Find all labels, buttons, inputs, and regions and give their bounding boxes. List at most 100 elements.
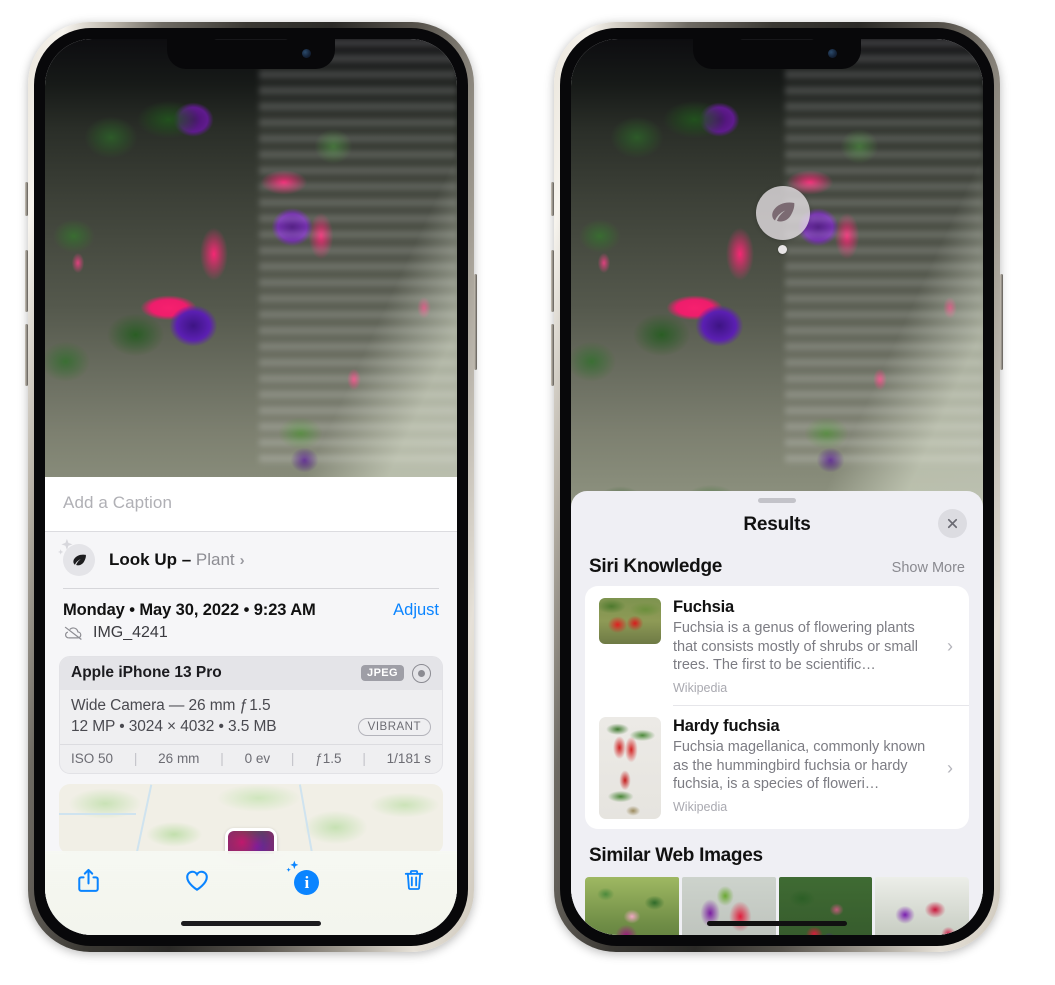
- knowledge-title: Fuchsia: [673, 598, 734, 616]
- similar-web-images-header: Similar Web Images: [571, 829, 983, 869]
- camera-info-header: Apple iPhone 13 Pro JPEG: [60, 656, 442, 690]
- info-badge-letter: i: [294, 870, 320, 895]
- exif-shutter-speed: 1/181 s: [386, 750, 431, 766]
- earpiece-speaker: [214, 39, 288, 40]
- results-sheet: Results Siri Knowledge Show More Fuchsia…: [571, 491, 983, 935]
- power-button[interactable]: [474, 274, 477, 370]
- exif-separator: |: [220, 750, 224, 766]
- look-up-subject: Plant: [195, 550, 235, 569]
- chevron-right-icon: ›: [947, 757, 953, 778]
- volume-up-button[interactable]: [551, 250, 554, 312]
- phone-left-bezel: Add a Caption Look Up – Plant › Monday •…: [34, 28, 468, 946]
- photo-date: Monday • May 30, 2022 • 9:23 AM: [63, 600, 316, 619]
- front-camera-icon: [828, 49, 837, 58]
- map-road: [59, 812, 136, 815]
- siri-knowledge-title: Siri Knowledge: [589, 556, 723, 577]
- notch: [167, 39, 335, 69]
- location-map[interactable]: [59, 783, 443, 854]
- look-up-text: Look Up –: [109, 550, 196, 569]
- format-badge: JPEG: [361, 665, 404, 681]
- exif-focal-length: 26 mm: [158, 750, 200, 766]
- show-more-button[interactable]: Show More: [892, 560, 965, 576]
- photo-background-siding: [259, 39, 457, 470]
- earpiece-speaker: [740, 39, 814, 40]
- similar-web-images-strip[interactable]: [585, 877, 969, 935]
- home-indicator[interactable]: [181, 921, 321, 926]
- knowledge-description: Fuchsia is a genus of flowering plants t…: [673, 620, 918, 674]
- phone-left: Add a Caption Look Up – Plant › Monday •…: [25, 22, 477, 952]
- chevron-right-icon: ›: [947, 635, 953, 656]
- close-button[interactable]: [938, 509, 967, 538]
- web-image-4[interactable]: [875, 877, 969, 935]
- knowledge-thumbnail: [599, 717, 661, 820]
- map-road: [298, 783, 313, 854]
- siri-knowledge-card: Fuchsia Fuchsia is a genus of flowering …: [585, 586, 969, 830]
- volume-down-button[interactable]: [25, 324, 28, 386]
- info-button[interactable]: i: [286, 860, 322, 897]
- exif-iso: ISO 50: [71, 750, 114, 766]
- knowledge-source: Wikipedia: [673, 799, 728, 814]
- knowledge-thumbnail: [599, 598, 661, 644]
- icloud-slash-icon: [64, 626, 82, 640]
- photo-background-siding: [785, 39, 983, 470]
- camera-specs: 12 MP • 3024 × 4032 • 3.5 MB: [71, 717, 277, 735]
- look-up-row[interactable]: Look Up – Plant ›: [45, 532, 457, 588]
- siri-knowledge-header: Siri Knowledge Show More: [571, 542, 983, 586]
- visual-look-up-anchor-dot: [778, 245, 787, 254]
- web-image-3[interactable]: [778, 877, 873, 935]
- similar-web-images-title: Similar Web Images: [589, 845, 763, 867]
- results-title: Results: [743, 514, 811, 535]
- exif-separator: |: [362, 750, 366, 766]
- close-icon: [947, 518, 958, 529]
- notch: [693, 39, 861, 69]
- exif-separator: |: [133, 750, 138, 766]
- leaf-icon: [772, 202, 795, 222]
- photographic-style-badge: VIBRANT: [357, 717, 431, 736]
- camera-device-name: Apple iPhone 13 Pro: [71, 664, 222, 681]
- phone-right-screen: Results Siri Knowledge Show More Fuchsia…: [571, 39, 983, 935]
- knowledge-item-fuchsia[interactable]: Fuchsia Fuchsia is a genus of flowering …: [585, 586, 969, 705]
- camera-info-card: Apple iPhone 13 Pro JPEG Wide Camera — 2…: [59, 655, 443, 774]
- exif-exposure-value: 0 ev: [244, 750, 271, 766]
- photo-metadata: Monday • May 30, 2022 • 9:23 AM Adjust I…: [45, 589, 457, 648]
- exif-separator: |: [290, 750, 295, 766]
- phone-right: Results Siri Knowledge Show More Fuchsia…: [551, 22, 1003, 952]
- trash-icon: [404, 870, 424, 890]
- volume-up-button[interactable]: [25, 250, 28, 312]
- screenshot-canvas: Add a Caption Look Up – Plant › Monday •…: [0, 0, 1055, 985]
- knowledge-title: Hardy fuchsia: [673, 717, 780, 736]
- chevron-right-icon: ›: [239, 552, 245, 569]
- adjust-date-button[interactable]: Adjust: [393, 601, 439, 620]
- mute-switch[interactable]: [25, 182, 28, 216]
- phone-right-bezel: Results Siri Knowledge Show More Fuchsia…: [560, 28, 994, 946]
- share-icon: [77, 868, 99, 892]
- volume-down-button[interactable]: [551, 324, 554, 386]
- mute-switch[interactable]: [551, 182, 554, 216]
- camera-lens-info: Wide Camera — 26 mm ƒ 1.5: [71, 696, 271, 714]
- heart-icon: [185, 870, 208, 891]
- visual-look-up-leaf-badge[interactable]: [756, 186, 810, 240]
- map-road: [136, 784, 153, 853]
- sparkle-icon: [58, 538, 73, 555]
- camera-info-body: Wide Camera — 26 mm ƒ 1.5 12 MP • 3024 ×…: [60, 690, 442, 744]
- results-header: Results: [571, 503, 983, 542]
- web-image-1[interactable]: [585, 877, 679, 935]
- home-indicator[interactable]: [707, 921, 847, 926]
- knowledge-item-hardy-fuchsia[interactable]: Hardy fuchsia Fuchsia magellanica, commo…: [585, 705, 969, 829]
- favorite-button[interactable]: [180, 863, 214, 897]
- map-photo-pin[interactable]: [225, 828, 277, 854]
- raw-toggle-icon[interactable]: [412, 663, 431, 683]
- power-button[interactable]: [1000, 274, 1003, 370]
- knowledge-source: Wikipedia: [673, 680, 728, 695]
- look-up-label: Look Up – Plant ›: [109, 550, 245, 570]
- caption-input[interactable]: Add a Caption: [45, 477, 457, 532]
- delete-button[interactable]: [397, 863, 431, 897]
- photo-filename: IMG_4241: [93, 623, 168, 641]
- exif-aperture: ƒ1.5: [315, 750, 342, 766]
- web-image-2[interactable]: [681, 877, 776, 935]
- exif-row: ISO 50 | 26 mm | 0 ev | ƒ1.5 | 1/181 s: [60, 743, 442, 773]
- share-button[interactable]: [71, 863, 105, 897]
- front-camera-icon: [302, 49, 311, 58]
- leaf-icon: [58, 538, 95, 576]
- knowledge-description: Fuchsia magellanica, commonly known as t…: [673, 739, 926, 793]
